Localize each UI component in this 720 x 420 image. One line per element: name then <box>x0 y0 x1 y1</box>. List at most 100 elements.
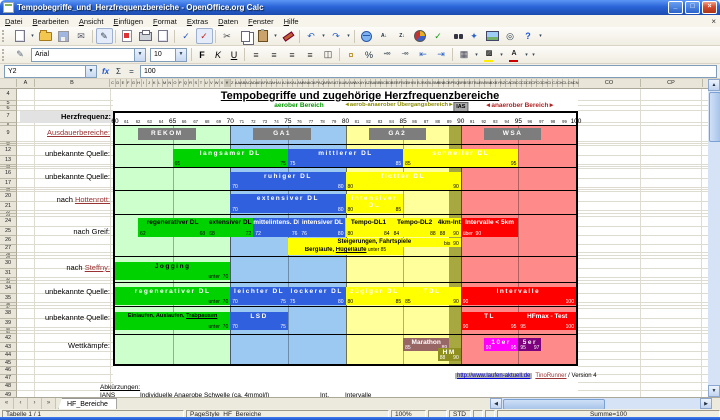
navigator-icon[interactable]: ✦ <box>466 28 483 44</box>
italic-button[interactable]: K <box>211 47 226 63</box>
undo-dropdown-icon[interactable]: ▾ <box>320 33 327 39</box>
chart-bar[interactable]: Intervalle90100 <box>461 287 576 305</box>
heart-rate-label[interactable]: Herzfrequenz: <box>20 111 113 123</box>
chart-bar[interactable]: Bergläufe, Hügelläufe unter 85 <box>288 247 403 255</box>
vertical-scrollbar[interactable]: ▲ ▼ <box>708 79 720 397</box>
chart-bar[interactable]: Steigerungen, Fahrtspielebis 90 <box>288 238 461 247</box>
title-bar[interactable]: Tempobegriffe_und_Herzfrequenzbereiche -… <box>0 0 720 15</box>
row-header-7[interactable]: 7 <box>0 111 17 123</box>
new-dropdown-icon[interactable]: ▾ <box>29 33 36 39</box>
maximize-button[interactable]: □ <box>685 1 700 14</box>
row-header-45[interactable]: 45 <box>0 360 17 367</box>
track-label-1[interactable]: unbekannte Quelle: <box>0 149 110 159</box>
bold-button[interactable]: F <box>195 47 210 63</box>
horizontal-scrollbar[interactable]: ◀ ▶ <box>490 398 712 409</box>
menu-item-extras[interactable]: Extras <box>182 17 213 26</box>
row-header-4[interactable]: 4 <box>0 89 17 101</box>
redo-icon[interactable]: ↷ <box>328 28 345 44</box>
spellcheck-icon[interactable]: ✓ <box>178 28 195 44</box>
font-color-icon[interactable]: A <box>506 47 523 63</box>
font-color-dropdown-icon[interactable]: ▾ <box>523 52 530 58</box>
chart-bar[interactable]: extensiver DL6872 <box>207 218 253 237</box>
edit-file-icon[interactable]: ✎ <box>96 28 113 44</box>
chart-bar[interactable]: HFmax - Test95100 <box>518 312 576 330</box>
menu-item-bearbeiten[interactable]: Bearbeiten <box>28 17 74 26</box>
chart-bar[interactable]: GA1 <box>253 128 311 140</box>
redo-dropdown-icon[interactable]: ▾ <box>345 33 352 39</box>
toolbar-overflow-icon[interactable]: ▾ <box>537 33 544 39</box>
sum-icon[interactable]: Σ <box>112 67 125 76</box>
track-label-4[interactable]: nach Greif: <box>0 227 110 237</box>
cut-icon[interactable]: ✂ <box>219 28 236 44</box>
percent-format-icon[interactable]: % <box>361 47 378 63</box>
background-color-icon[interactable]: ▨ <box>481 47 498 63</box>
column-header-A[interactable]: A <box>17 79 35 87</box>
menu-item-ansicht[interactable]: Ansicht <box>74 17 109 26</box>
borders-icon[interactable]: ▦ <box>456 47 473 63</box>
function-wizard-icon[interactable]: fx <box>99 67 112 76</box>
minimize-button[interactable]: _ <box>668 1 683 14</box>
column-header-CP[interactable]: CP <box>640 79 703 87</box>
chart-bar[interactable]: intensiver DL7680 <box>299 218 345 237</box>
chart-bar[interactable]: Tempo-DL18084 <box>346 218 392 237</box>
chart-icon[interactable] <box>412 28 429 44</box>
chart-bar[interactable]: 4km-Int8890 <box>438 218 461 237</box>
chart-bar[interactable]: mittlerer DL7585 <box>288 149 403 167</box>
chart-bar[interactable]: extensiver DL7080 <box>230 194 345 213</box>
menu-item-daten[interactable]: Daten <box>213 17 243 26</box>
close-button[interactable]: × <box>702 1 717 14</box>
row-header-27[interactable]: 27 <box>0 245 17 253</box>
chart-bar[interactable]: Einlaufen, Auslaufen, Trabpausenunter 70 <box>115 312 230 330</box>
chart-bar[interactable]: zügiger DL8085 <box>346 287 404 305</box>
scroll-down-icon[interactable]: ▼ <box>708 385 720 397</box>
chart-bar[interactable]: Tempo-DL28488 <box>392 218 438 237</box>
toolbar-grip[interactable] <box>2 30 9 42</box>
chart-bar[interactable]: schneller DL8595 <box>403 149 518 167</box>
document-close-icon[interactable]: × <box>707 17 720 26</box>
paste-icon[interactable] <box>255 28 272 44</box>
function-icon[interactable]: = <box>125 67 138 76</box>
align-right-icon[interactable]: ≡ <box>284 47 301 63</box>
row-header-24[interactable]: 24 <box>0 217 17 227</box>
menu-item-datei[interactable]: Datei <box>0 17 28 26</box>
track-label-0[interactable]: Ausdauerbereiche: <box>0 128 110 138</box>
save-icon[interactable] <box>55 28 72 44</box>
background-color-dropdown-icon[interactable]: ▾ <box>498 52 505 58</box>
column-header-CO[interactable]: CO <box>578 79 641 87</box>
scroll-right-icon[interactable]: ▶ <box>700 398 712 409</box>
menu-item-hilfe[interactable]: Hilfe <box>279 17 304 26</box>
menu-item-format[interactable]: Format <box>148 17 182 26</box>
formula-input[interactable]: 100 <box>140 65 717 78</box>
column-header-[interactable] <box>0 79 17 87</box>
print-icon[interactable] <box>137 28 154 44</box>
chart-bar[interactable]: Intervalle < 5kmüber 90 <box>461 218 519 237</box>
open-icon[interactable] <box>37 28 54 44</box>
name-box[interactable]: Y2 ▼ <box>4 65 97 78</box>
scroll-left-icon[interactable]: ◀ <box>490 398 502 409</box>
spreadsheet-grid[interactable]: 4567891011121314151617181920212223242526… <box>0 89 708 397</box>
chart-bar[interactable]: TL9095 <box>461 312 519 330</box>
borders-dropdown-icon[interactable]: ▾ <box>473 52 480 58</box>
track-label-8[interactable]: Wettkämpfe: <box>0 341 110 351</box>
sort-ascending-icon[interactable]: A↓ <box>376 28 393 44</box>
new-document-icon[interactable] <box>12 28 29 44</box>
sort-descending-icon[interactable]: Z↓ <box>394 28 411 44</box>
row-header-44[interactable]: 44 <box>0 352 17 360</box>
gallery-icon[interactable] <box>484 28 501 44</box>
design-mode-icon[interactable]: ✎ <box>12 47 29 63</box>
row-header-47[interactable]: 47 <box>0 375 17 383</box>
underline-button[interactable]: U <box>227 47 242 63</box>
track-label-5[interactable]: nach Steffny: <box>0 263 110 273</box>
align-left-icon[interactable]: ≡ <box>248 47 265 63</box>
chart-bar[interactable]: lockerer DL7580 <box>288 287 346 305</box>
toolbar-grip[interactable] <box>2 49 9 61</box>
del-decimal-icon[interactable]: ⁻⁰⁰ <box>397 47 414 63</box>
zoom-icon[interactable]: ◎ <box>502 28 519 44</box>
chevron-down-icon[interactable]: ▼ <box>134 49 145 61</box>
datapilot-icon[interactable]: ✓ <box>430 28 447 44</box>
chart-bar[interactable]: TDL8590 <box>403 287 461 305</box>
track-label-3[interactable]: nach Hottenrott: <box>0 195 110 205</box>
toolbar2-overflow-icon[interactable]: ▾ <box>530 52 537 58</box>
find-replace-icon[interactable] <box>448 28 465 44</box>
chart-bar[interactable]: GA2 <box>369 128 427 140</box>
